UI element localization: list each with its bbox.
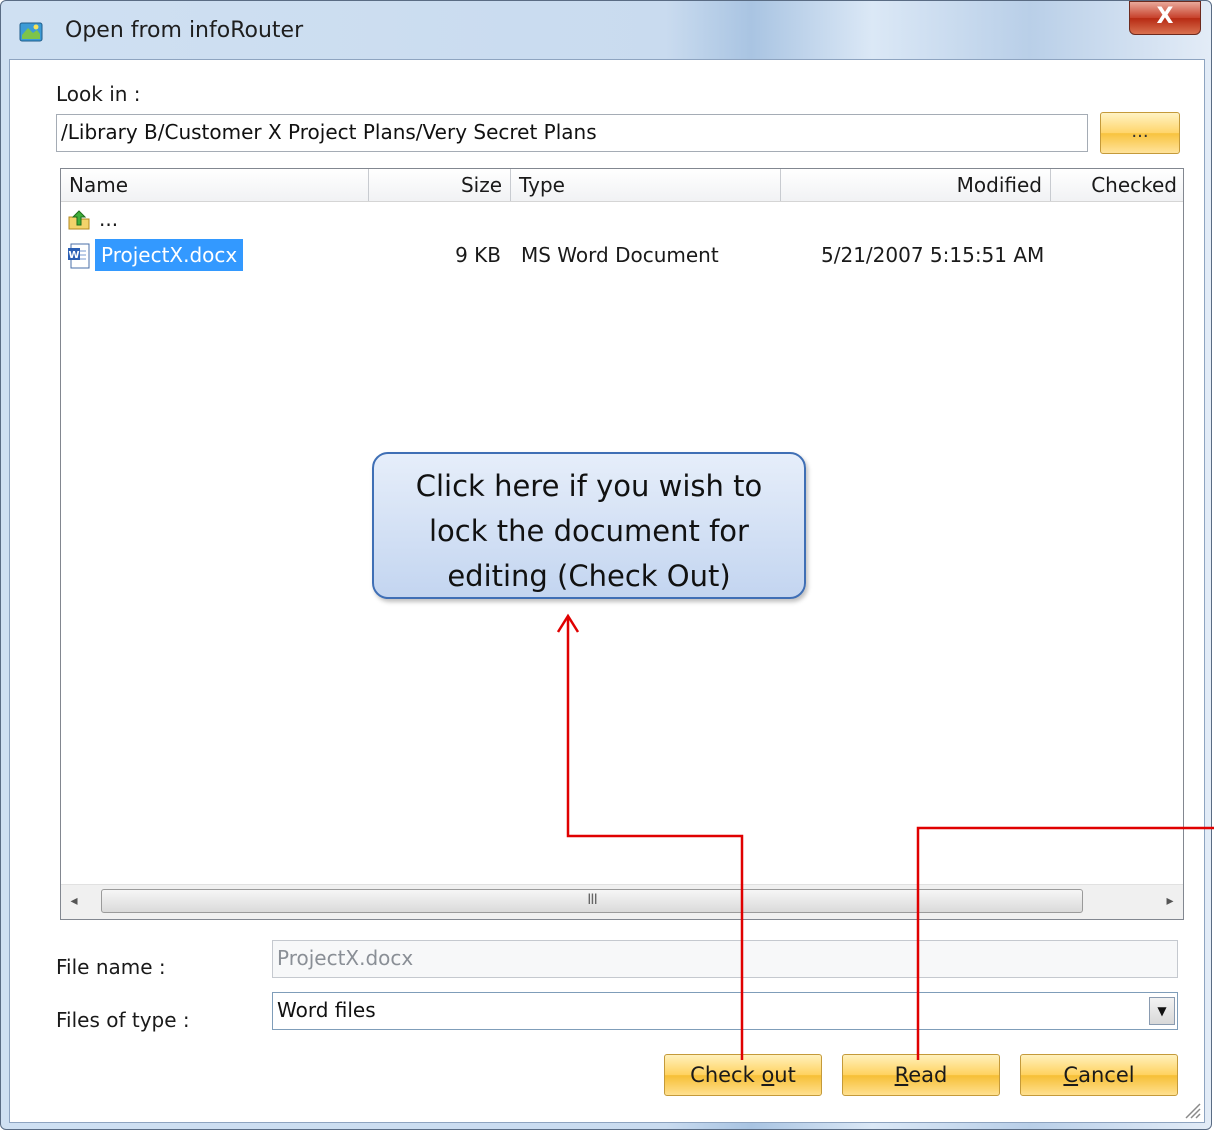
scrollbar-thumb[interactable]: III (101, 889, 1083, 913)
browse-button[interactable]: ... (1100, 112, 1180, 154)
title-bar[interactable]: Open from infoRouter X (1, 1, 1211, 61)
parent-folder-label: ... (99, 207, 119, 231)
read-button[interactable]: Read (842, 1054, 1000, 1096)
scroll-left-arrow-icon[interactable]: ◂ (67, 893, 81, 911)
annotation-callout: Click here if you wish to lock the docum… (372, 452, 806, 599)
scroll-right-arrow-icon[interactable]: ▸ (1163, 893, 1177, 911)
read-mnemonic: R (894, 1063, 909, 1087)
resize-grip-icon[interactable] (1180, 1098, 1202, 1120)
folder-up-icon (68, 210, 90, 230)
close-button[interactable]: X (1129, 1, 1201, 35)
column-checked[interactable]: Checked (1051, 169, 1183, 201)
check-out-mnemonic: o (761, 1063, 775, 1087)
inforouter-app-icon (19, 22, 43, 42)
column-header-row: Name Size Type Modified Checked (61, 169, 1183, 202)
list-item-parent-folder[interactable]: ... (61, 203, 1183, 237)
thumb-grip-icon: III (587, 892, 597, 908)
file-size-cell: 9 KB (455, 243, 501, 267)
list-item-file[interactable]: W ProjectX.docx 9 KB MS Word Document 5/… (61, 239, 1183, 273)
cancel-mnemonic: C (1063, 1063, 1079, 1087)
cancel-label-post: ancel (1078, 1063, 1135, 1087)
file-name-field[interactable]: ProjectX.docx (272, 940, 1178, 978)
check-out-label-pre: Check (690, 1063, 762, 1087)
file-type-cell: MS Word Document (521, 243, 719, 267)
close-icon: X (1156, 4, 1174, 29)
column-name[interactable]: Name (61, 169, 369, 201)
svg-text:W: W (68, 250, 79, 261)
horizontal-scrollbar[interactable]: ◂ III ▸ (61, 884, 1183, 919)
look-in-label: Look in : (56, 82, 141, 106)
check-out-label-post: ut (774, 1063, 796, 1087)
chevron-down-icon[interactable]: ▼ (1149, 997, 1175, 1025)
files-of-type-value: Word files (277, 998, 376, 1022)
column-size[interactable]: Size (369, 169, 511, 201)
column-type[interactable]: Type (511, 169, 781, 201)
read-label-post: ead (908, 1063, 948, 1087)
cancel-button[interactable]: Cancel (1020, 1054, 1178, 1096)
column-modified[interactable]: Modified (781, 169, 1051, 201)
window-title: Open from infoRouter (65, 18, 304, 43)
files-of-type-label: Files of type : (56, 1008, 190, 1032)
files-of-type-select[interactable]: Word files ▼ (272, 992, 1178, 1030)
file-modified-cell: 5/21/2007 5:15:51 AM (821, 243, 1045, 267)
word-document-icon: W (68, 243, 90, 269)
file-name-cell[interactable]: ProjectX.docx (95, 239, 244, 271)
look-in-path-field[interactable]: /Library B/Customer X Project Plans/Very… (56, 114, 1088, 152)
file-name-label: File name : (56, 955, 166, 979)
check-out-button[interactable]: Check out (664, 1054, 822, 1096)
